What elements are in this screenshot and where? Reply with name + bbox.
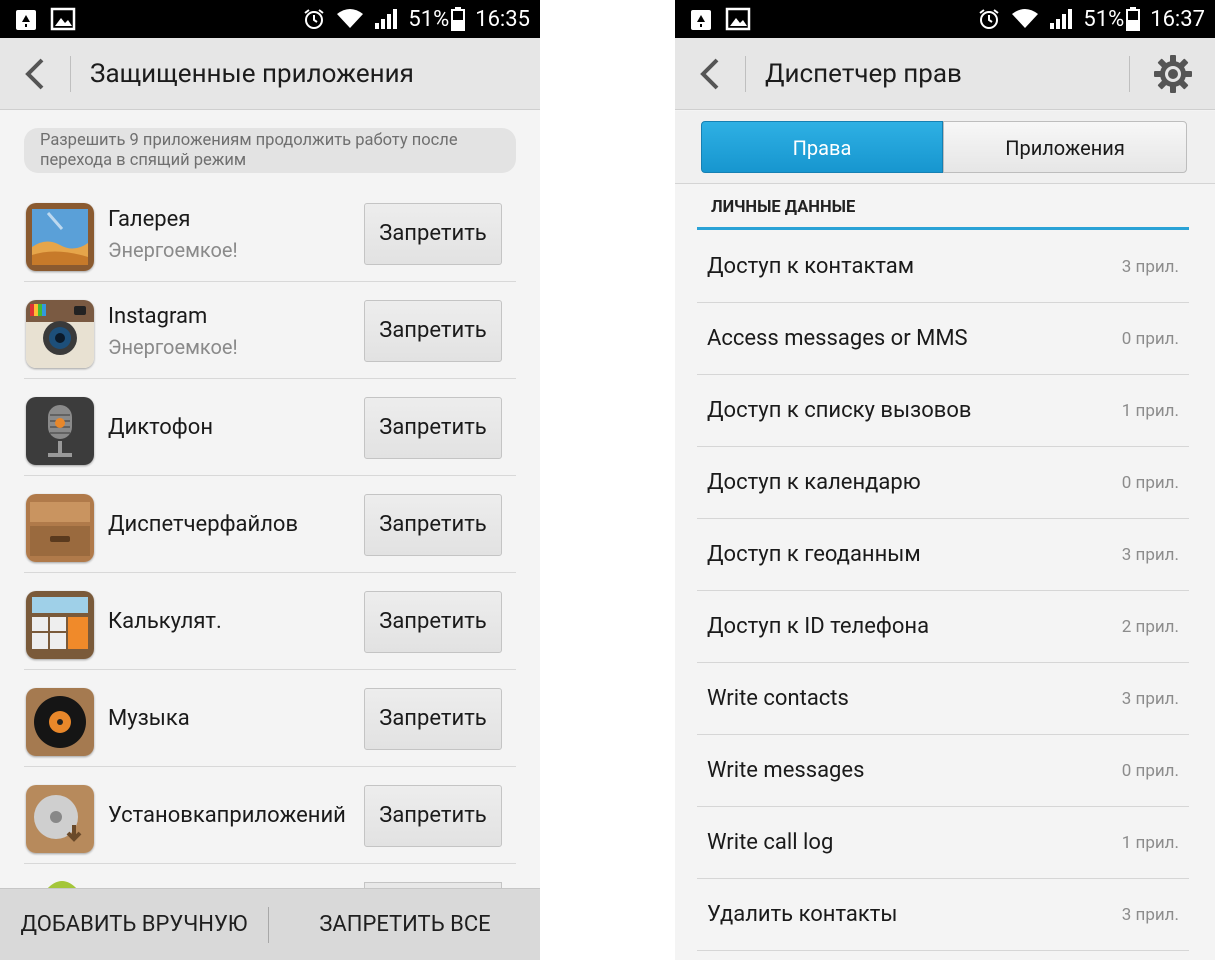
battery-icon — [451, 7, 466, 31]
clock: 16:35 — [475, 6, 530, 32]
permission-label: Write call log — [707, 830, 834, 855]
signal-icon — [375, 9, 398, 29]
bottom-bar-divider — [268, 907, 269, 943]
status-bar: 51% 16:35 — [0, 0, 540, 38]
wifi-icon — [337, 9, 364, 28]
clock: 16:37 — [1150, 6, 1205, 32]
music-icon — [26, 688, 94, 756]
permission-row[interactable]: Write call log 1 прил. — [697, 807, 1189, 879]
app-row-instagram: Instagram Энергоемкое! Запретить — [24, 282, 516, 379]
deny-button[interactable]: Запретить — [364, 494, 502, 556]
deny-button[interactable]: Запретить — [364, 591, 502, 653]
app-row-calculator: Калькулят. Запретить — [24, 573, 516, 670]
permission-row[interactable]: Write messages 0 прил. — [697, 735, 1189, 807]
permission-app-count: 2 прил. — [1121, 617, 1179, 637]
app-power-warning: Энергоемкое! — [108, 335, 238, 359]
permission-row[interactable]: Доступ к календарю 0 прил. — [697, 447, 1189, 519]
alarm-icon — [304, 9, 324, 29]
battery-icon — [1126, 7, 1141, 31]
add-manually-button[interactable]: ДОБАВИТЬ ВРУЧНУЮ — [0, 889, 268, 960]
permission-label: Доступ к контактам — [707, 254, 915, 279]
app-row-music: Музыка Запретить — [24, 670, 516, 767]
permission-row[interactable]: Удалить контакты 3 прил. — [697, 879, 1189, 951]
page-title: Диспетчер прав — [765, 59, 962, 89]
app-row-app-installer: Установкаприложений Запретить — [24, 767, 516, 864]
permission-app-count: 0 прил. — [1121, 761, 1179, 781]
action-bar: Защищенные приложения — [0, 38, 540, 110]
app-name: Музыка — [108, 706, 190, 731]
page-title: Защищенные приложения — [90, 59, 414, 89]
app-row-recorder: Диктофон Запретить — [24, 379, 516, 476]
file-manager-icon — [26, 494, 94, 562]
status-bar: 51% 16:37 — [675, 0, 1215, 38]
action-bar-divider — [745, 56, 746, 92]
app-name: Диспетчерфайлов — [108, 512, 299, 537]
permission-row[interactable]: Доступ к списку вызовов 1 прил. — [697, 375, 1189, 447]
gear-icon[interactable] — [1153, 54, 1193, 94]
gallery-notification-icon — [50, 7, 76, 31]
permission-label: Доступ к геоданным — [707, 542, 921, 567]
alarm-icon — [979, 9, 999, 29]
permission-app-count: 3 прил. — [1121, 905, 1179, 925]
permission-app-count: 0 прил. — [1121, 329, 1179, 349]
app-name: Установкаприложений — [108, 803, 346, 828]
permission-label: Доступ к ID телефона — [707, 614, 930, 639]
section-header-personal-data: ЛИЧНЫЕ ДАННЫЕ — [697, 186, 1189, 230]
permission-row[interactable]: Write contacts 3 прил. — [697, 663, 1189, 735]
app-installer-icon — [26, 785, 94, 853]
recorder-icon — [26, 397, 94, 465]
permission-app-count: 1 прил. — [1121, 833, 1179, 853]
app-name: Калькулят. — [108, 609, 222, 634]
deny-button[interactable]: Запретить — [364, 397, 502, 459]
battery-percent: 51% — [1083, 6, 1125, 32]
protected-apps-screen: 51% 16:35 Защищенные приложения Разрешит… — [0, 0, 540, 960]
signal-icon — [1050, 9, 1073, 29]
deny-button[interactable]: Запретить — [364, 785, 502, 847]
app-name: Диктофон — [108, 415, 214, 440]
app-power-warning: Энергоемкое! — [108, 238, 238, 262]
permission-manager-screen: 51% 16:37 Диспетчер прав Права Приложени… — [675, 0, 1215, 960]
calculator-icon — [26, 591, 94, 659]
deny-all-button[interactable]: ЗАПРЕТИТЬ ВСЕ — [270, 889, 540, 960]
deny-button[interactable]: Запретить — [364, 203, 502, 265]
notification-recycle-icon — [16, 10, 36, 30]
deny-button[interactable]: Запретить — [364, 688, 502, 750]
permission-label: Access messages or MMS — [707, 326, 968, 351]
segmented-control: Права Приложения — [675, 111, 1215, 184]
permission-label: Доступ к календарю — [707, 470, 921, 495]
permission-label: Write messages — [707, 758, 865, 783]
deny-button[interactable]: Запретить — [364, 300, 502, 362]
permission-label: Доступ к списку вызовов — [707, 398, 972, 423]
app-name: Instagram — [108, 304, 208, 329]
permission-label: Удалить контакты — [707, 902, 898, 927]
permission-row[interactable]: Доступ к контактам 3 прил. — [697, 231, 1189, 303]
app-row-gallery: Галерея Энергоемкое! Запретить — [24, 185, 516, 282]
gallery-icon — [26, 203, 94, 271]
permission-app-count: 1 прил. — [1121, 401, 1179, 421]
permission-label: Write contacts — [707, 686, 849, 711]
tab-apps[interactable]: Приложения — [943, 121, 1187, 173]
permission-row[interactable]: Доступ к геоданным 3 прил. — [697, 519, 1189, 591]
permission-app-count: 0 прил. — [1121, 473, 1179, 493]
back-arrow-icon[interactable] — [695, 56, 727, 92]
tab-permissions[interactable]: Права — [701, 121, 943, 173]
app-row-file-manager: Диспетчерфайлов Запретить — [24, 476, 516, 573]
permission-app-count: 3 прил. — [1121, 257, 1179, 277]
bottom-action-bar: ДОБАВИТЬ ВРУЧНУЮ ЗАПРЕТИТЬ ВСЕ — [0, 888, 540, 960]
permission-app-count: 3 прил. — [1121, 545, 1179, 565]
app-name: Галерея — [108, 207, 191, 232]
battery-percent: 51% — [408, 6, 450, 32]
permission-row[interactable]: Доступ к ID телефона 2 прил. — [697, 591, 1189, 663]
permission-app-count: 3 прил. — [1121, 689, 1179, 709]
instagram-icon — [26, 300, 94, 368]
action-bar: Диспетчер прав — [675, 38, 1215, 110]
action-bar-divider — [1129, 56, 1130, 92]
protected-apps-notice: Разрешить 9 приложениям продолжить работ… — [24, 128, 516, 173]
gallery-notification-icon — [725, 7, 751, 31]
notification-recycle-icon — [691, 10, 711, 30]
action-bar-divider — [70, 56, 71, 92]
wifi-icon — [1012, 9, 1039, 28]
permission-row[interactable]: Access messages or MMS 0 прил. — [697, 303, 1189, 375]
back-arrow-icon[interactable] — [20, 56, 52, 92]
